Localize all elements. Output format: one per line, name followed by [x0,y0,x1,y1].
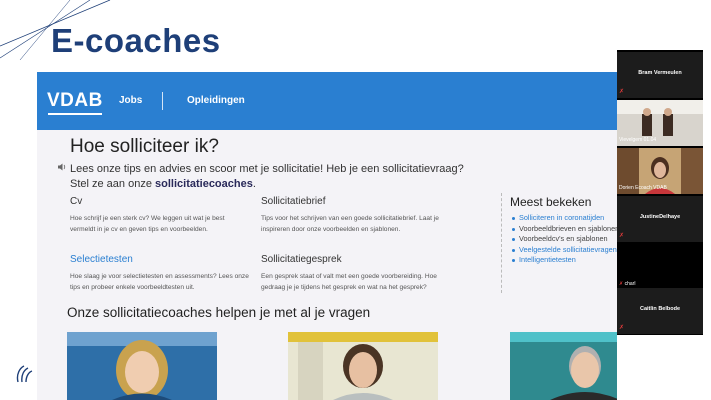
most-viewed-item[interactable]: Intelligentietesten [512,255,617,266]
topic-text-selectietesten: Hoe slaag je voor selectietesten en asse… [70,273,249,291]
participant-label: Vievelgem 01.04 [619,137,657,143]
coach-photo-1[interactable] [67,332,217,400]
participant-label: ✗ charl [619,281,636,287]
logo-text: VDAB [47,90,103,111]
intro-line-1: Lees onze tips en advies en scoor met je… [70,163,464,175]
coaches-heading: Onze sollicitatiecoaches helpen je met a… [67,305,371,320]
participant-tile[interactable]: Vievelgem 01.04 [617,100,703,146]
most-viewed-item[interactable]: Voorbeeldbrieven en sjablonen [512,224,617,235]
participant-tile[interactable]: Caitlin Belbode ✗ [617,288,703,334]
topic-text-sollicitatiegesprek: Een gesprek staat of valt met een goede … [261,273,437,291]
mic-muted-icon: ✗ [619,89,625,95]
participants-panel: Bram Vermeulen ✗ Vievelgem 01.04 Dorien … [617,50,703,335]
intro-text: Lees onze tips en advies en scoor met je… [70,162,490,192]
coach-photo-3[interactable] [510,332,617,400]
nav-separator [162,92,163,110]
participant-name: JustineDelhaye [639,214,681,220]
topic-title-selectietesten[interactable]: Selectietesten [70,254,133,265]
mic-muted-icon: ✗ [619,233,625,239]
shared-screen: VDAB Jobs Opleidingen Hoe solliciteer ik… [37,72,617,400]
navbar: VDAB Jobs Opleidingen [37,72,617,130]
most-viewed-title: Meest bekeken [510,195,592,209]
participant-tile[interactable]: JustineDelhaye ✗ [617,196,703,242]
topic-text-cv: Hoe schrijf je een sterk cv? We leggen u… [70,215,225,233]
most-viewed-item[interactable]: Veelgestelde sollicitatievragen [512,245,617,256]
sidebar-divider [501,193,503,293]
participant-tile[interactable]: ✗ charl [617,244,703,290]
topic-text-sollicitatiebrief: Tips voor het schrijven van een goede so… [261,215,439,233]
participant-tile[interactable]: Dorien Ecoach VDAB [617,148,703,194]
nav-jobs[interactable]: Jobs [119,95,142,106]
intro-line-2: Stel ze aan onze sollicitatiecoaches. [70,178,256,190]
company-logo-icon [16,365,33,383]
vdab-logo[interactable]: VDAB [47,90,103,115]
participant-label: Dorien Ecoach VDAB [619,185,667,191]
most-viewed-item[interactable]: Voorbeeldcv's en sjablonen [512,234,617,245]
speaker-icon[interactable] [57,162,67,172]
most-viewed-list: Solliciteren in coronatijden Voorbeeldbr… [512,213,617,266]
coaches-link[interactable]: sollicitatiecoaches [155,178,253,190]
most-viewed-item[interactable]: Solliciteren in coronatijden [512,213,617,224]
coach-photo-2[interactable] [288,332,438,400]
participant-name: Caitlin Belbode [639,306,681,312]
participant-tile[interactable]: Bram Vermeulen ✗ [617,52,703,98]
topic-title-sollicitatiegesprek[interactable]: Sollicitatiegesprek [261,254,342,265]
topic-title-cv[interactable]: Cv [70,196,82,207]
slide-title: E-coaches [51,22,221,59]
page-heading: Hoe solliciteer ik? [70,136,219,157]
nav-opleidingen[interactable]: Opleidingen [187,95,245,106]
topic-title-sollicitatiebrief[interactable]: Sollicitatiebrief [261,196,325,207]
mic-muted-icon: ✗ [619,325,625,331]
participant-name: Bram Vermeulen [638,70,682,76]
